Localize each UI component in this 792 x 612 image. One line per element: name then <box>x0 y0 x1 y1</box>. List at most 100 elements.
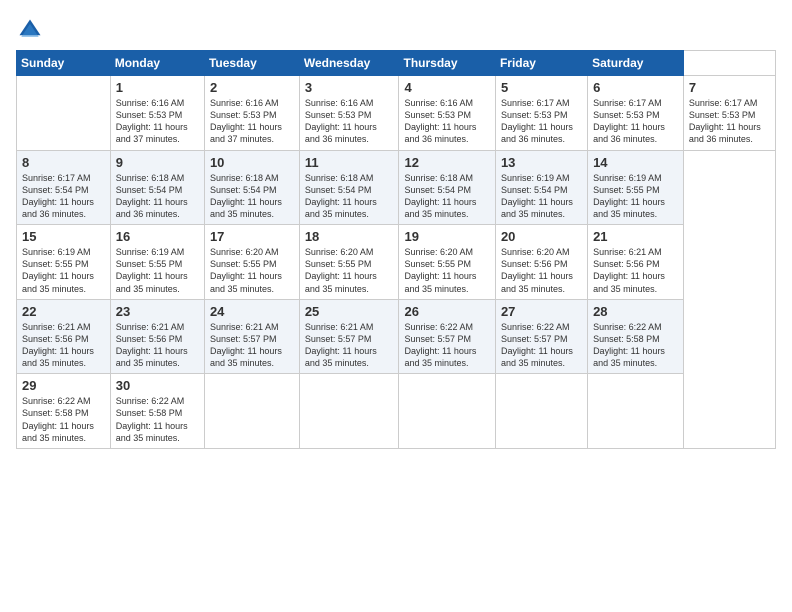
cell-content: Sunrise: 6:20 AMSunset: 5:55 PMDaylight:… <box>404 246 489 295</box>
calendar-cell: 3 Sunrise: 6:16 AMSunset: 5:53 PMDaylight… <box>299 76 399 151</box>
calendar-cell: 26 Sunrise: 6:22 AMSunset: 5:57 PMDayligh… <box>399 299 495 374</box>
cell-content: Sunrise: 6:19 AMSunset: 5:55 PMDaylight:… <box>22 246 105 295</box>
cell-content: Sunrise: 6:20 AMSunset: 5:55 PMDaylight:… <box>210 246 294 295</box>
calendar-table: SundayMondayTuesdayWednesdayThursdayFrid… <box>16 50 776 449</box>
day-number: 27 <box>501 304 582 319</box>
day-number: 21 <box>593 229 678 244</box>
calendar-cell <box>204 374 299 449</box>
calendar-cell: 18 Sunrise: 6:20 AMSunset: 5:55 PMDayligh… <box>299 225 399 300</box>
day-number: 12 <box>404 155 489 170</box>
cell-content: Sunrise: 6:17 AMSunset: 5:54 PMDaylight:… <box>22 172 105 221</box>
day-number: 29 <box>22 378 105 393</box>
cell-content: Sunrise: 6:21 AMSunset: 5:56 PMDaylight:… <box>593 246 678 295</box>
calendar-cell: 2 Sunrise: 6:16 AMSunset: 5:53 PMDaylight… <box>204 76 299 151</box>
calendar-cell: 16 Sunrise: 6:19 AMSunset: 5:55 PMDayligh… <box>110 225 204 300</box>
day-number: 10 <box>210 155 294 170</box>
cell-content: Sunrise: 6:18 AMSunset: 5:54 PMDaylight:… <box>404 172 489 221</box>
calendar-week-row: 8 Sunrise: 6:17 AMSunset: 5:54 PMDaylight… <box>17 150 776 225</box>
calendar-week-row: 1 Sunrise: 6:16 AMSunset: 5:53 PMDaylight… <box>17 76 776 151</box>
calendar-week-row: 29 Sunrise: 6:22 AMSunset: 5:58 PMDayligh… <box>17 374 776 449</box>
calendar-cell: 28Sunrise: 6:22 AMSunset: 5:58 PMDayligh… <box>588 299 684 374</box>
calendar-cell: 24 Sunrise: 6:21 AMSunset: 5:57 PMDayligh… <box>204 299 299 374</box>
day-number: 28 <box>593 304 678 319</box>
page-header <box>16 16 776 44</box>
calendar-cell: 23 Sunrise: 6:21 AMSunset: 5:56 PMDayligh… <box>110 299 204 374</box>
day-number: 13 <box>501 155 582 170</box>
day-number: 16 <box>116 229 199 244</box>
day-number: 8 <box>22 155 105 170</box>
calendar-empty-cell <box>17 76 111 151</box>
cell-content: Sunrise: 6:16 AMSunset: 5:53 PMDaylight:… <box>210 97 294 146</box>
day-number: 1 <box>116 80 199 95</box>
cell-content: Sunrise: 6:19 AMSunset: 5:55 PMDaylight:… <box>116 246 199 295</box>
day-number: 19 <box>404 229 489 244</box>
cell-content: Sunrise: 6:18 AMSunset: 5:54 PMDaylight:… <box>210 172 294 221</box>
calendar-cell: 19 Sunrise: 6:20 AMSunset: 5:55 PMDayligh… <box>399 225 495 300</box>
cell-content: Sunrise: 6:21 AMSunset: 5:57 PMDaylight:… <box>210 321 294 370</box>
day-number: 26 <box>404 304 489 319</box>
day-number: 7 <box>689 80 770 95</box>
day-number: 4 <box>404 80 489 95</box>
cell-content: Sunrise: 6:18 AMSunset: 5:54 PMDaylight:… <box>305 172 394 221</box>
cell-content: Sunrise: 6:17 AMSunset: 5:53 PMDaylight:… <box>689 97 770 146</box>
calendar-header-tuesday: Tuesday <box>204 51 299 76</box>
calendar-week-row: 22Sunrise: 6:21 AMSunset: 5:56 PMDayligh… <box>17 299 776 374</box>
calendar-cell: 12 Sunrise: 6:18 AMSunset: 5:54 PMDayligh… <box>399 150 495 225</box>
day-number: 3 <box>305 80 394 95</box>
calendar-header-friday: Friday <box>495 51 587 76</box>
logo <box>16 16 48 44</box>
day-number: 24 <box>210 304 294 319</box>
cell-content: Sunrise: 6:20 AMSunset: 5:55 PMDaylight:… <box>305 246 394 295</box>
calendar-header-monday: Monday <box>110 51 204 76</box>
calendar-cell: 4 Sunrise: 6:16 AMSunset: 5:53 PMDaylight… <box>399 76 495 151</box>
calendar-header-sunday: Sunday <box>17 51 111 76</box>
day-number: 17 <box>210 229 294 244</box>
day-number: 25 <box>305 304 394 319</box>
calendar-cell: 8 Sunrise: 6:17 AMSunset: 5:54 PMDaylight… <box>17 150 111 225</box>
cell-content: Sunrise: 6:22 AMSunset: 5:57 PMDaylight:… <box>404 321 489 370</box>
calendar-cell: 30Sunrise: 6:22 AMSunset: 5:58 PMDayligh… <box>110 374 204 449</box>
day-number: 5 <box>501 80 582 95</box>
day-number: 20 <box>501 229 582 244</box>
calendar-header-thursday: Thursday <box>399 51 495 76</box>
cell-content: Sunrise: 6:17 AMSunset: 5:53 PMDaylight:… <box>593 97 678 146</box>
cell-content: Sunrise: 6:17 AMSunset: 5:53 PMDaylight:… <box>501 97 582 146</box>
calendar-cell: 14 Sunrise: 6:19 AMSunset: 5:55 PMDayligh… <box>588 150 684 225</box>
calendar-cell: 20 Sunrise: 6:20 AMSunset: 5:56 PMDayligh… <box>495 225 587 300</box>
calendar-header-row: SundayMondayTuesdayWednesdayThursdayFrid… <box>17 51 776 76</box>
cell-content: Sunrise: 6:16 AMSunset: 5:53 PMDaylight:… <box>116 97 199 146</box>
day-number: 6 <box>593 80 678 95</box>
day-number: 15 <box>22 229 105 244</box>
cell-content: Sunrise: 6:21 AMSunset: 5:56 PMDaylight:… <box>116 321 199 370</box>
calendar-cell: 25 Sunrise: 6:21 AMSunset: 5:57 PMDayligh… <box>299 299 399 374</box>
cell-content: Sunrise: 6:19 AMSunset: 5:55 PMDaylight:… <box>593 172 678 221</box>
calendar-cell: 29 Sunrise: 6:22 AMSunset: 5:58 PMDayligh… <box>17 374 111 449</box>
cell-content: Sunrise: 6:22 AMSunset: 5:58 PMDaylight:… <box>22 395 105 444</box>
day-number: 14 <box>593 155 678 170</box>
cell-content: Sunrise: 6:21 AMSunset: 5:57 PMDaylight:… <box>305 321 394 370</box>
cell-content: Sunrise: 6:22 AMSunset: 5:57 PMDaylight:… <box>501 321 582 370</box>
calendar-cell <box>299 374 399 449</box>
calendar-cell: 7 Sunrise: 6:17 AMSunset: 5:53 PMDaylight… <box>683 76 775 151</box>
calendar-header-wednesday: Wednesday <box>299 51 399 76</box>
calendar-cell: 10 Sunrise: 6:18 AMSunset: 5:54 PMDayligh… <box>204 150 299 225</box>
day-number: 11 <box>305 155 394 170</box>
cell-content: Sunrise: 6:20 AMSunset: 5:56 PMDaylight:… <box>501 246 582 295</box>
logo-icon <box>16 16 44 44</box>
day-number: 30 <box>116 378 199 393</box>
day-number: 18 <box>305 229 394 244</box>
calendar-cell: 27 Sunrise: 6:22 AMSunset: 5:57 PMDayligh… <box>495 299 587 374</box>
cell-content: Sunrise: 6:16 AMSunset: 5:53 PMDaylight:… <box>404 97 489 146</box>
calendar-cell: 6 Sunrise: 6:17 AMSunset: 5:53 PMDaylight… <box>588 76 684 151</box>
calendar-cell <box>588 374 684 449</box>
day-number: 2 <box>210 80 294 95</box>
calendar-week-row: 15 Sunrise: 6:19 AMSunset: 5:55 PMDayligh… <box>17 225 776 300</box>
cell-content: Sunrise: 6:16 AMSunset: 5:53 PMDaylight:… <box>305 97 394 146</box>
day-number: 23 <box>116 304 199 319</box>
calendar-cell: 17 Sunrise: 6:20 AMSunset: 5:55 PMDayligh… <box>204 225 299 300</box>
calendar-cell: 13Sunrise: 6:19 AMSunset: 5:54 PMDayligh… <box>495 150 587 225</box>
calendar-header-saturday: Saturday <box>588 51 684 76</box>
calendar-cell: 5 Sunrise: 6:17 AMSunset: 5:53 PMDaylight… <box>495 76 587 151</box>
calendar-cell <box>495 374 587 449</box>
day-number: 9 <box>116 155 199 170</box>
